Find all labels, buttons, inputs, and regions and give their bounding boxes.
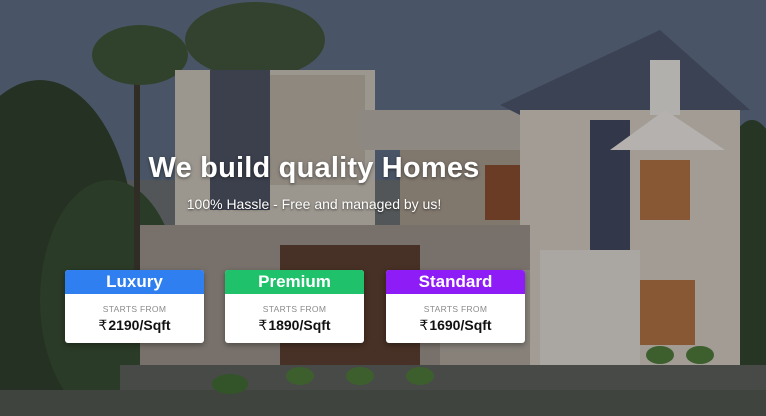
price-value: 1690/Sqft [429, 317, 492, 333]
rupee-icon: ₹ [98, 317, 108, 333]
rupee-icon: ₹ [419, 317, 429, 333]
package-name: Standard [386, 270, 525, 294]
package-card-luxury[interactable]: Luxury STARTS FROM ₹2190/Sqft [65, 270, 204, 343]
package-card-standard[interactable]: Standard STARTS FROM ₹1690/Sqft [386, 270, 525, 343]
hero-subline: 100% Hassle - Free and managed by us! [186, 196, 442, 212]
price-value: 2190/Sqft [108, 317, 171, 333]
hero-section: We build quality Homes 100% Hassle - Fre… [0, 0, 766, 416]
package-price: ₹1890/Sqft [225, 317, 364, 334]
hero-headline: We build quality Homes [148, 152, 480, 184]
starts-from-label: STARTS FROM [262, 304, 327, 314]
package-name: Premium [225, 270, 364, 294]
starts-from-label: STARTS FROM [423, 304, 488, 314]
package-price: ₹2190/Sqft [65, 317, 204, 334]
rupee-icon: ₹ [258, 317, 268, 333]
package-card-premium[interactable]: Premium STARTS FROM ₹1890/Sqft [225, 270, 364, 343]
package-name: Luxury [65, 270, 204, 294]
package-price: ₹1690/Sqft [386, 317, 525, 334]
price-value: 1890/Sqft [268, 317, 331, 333]
starts-from-label: STARTS FROM [102, 304, 167, 314]
